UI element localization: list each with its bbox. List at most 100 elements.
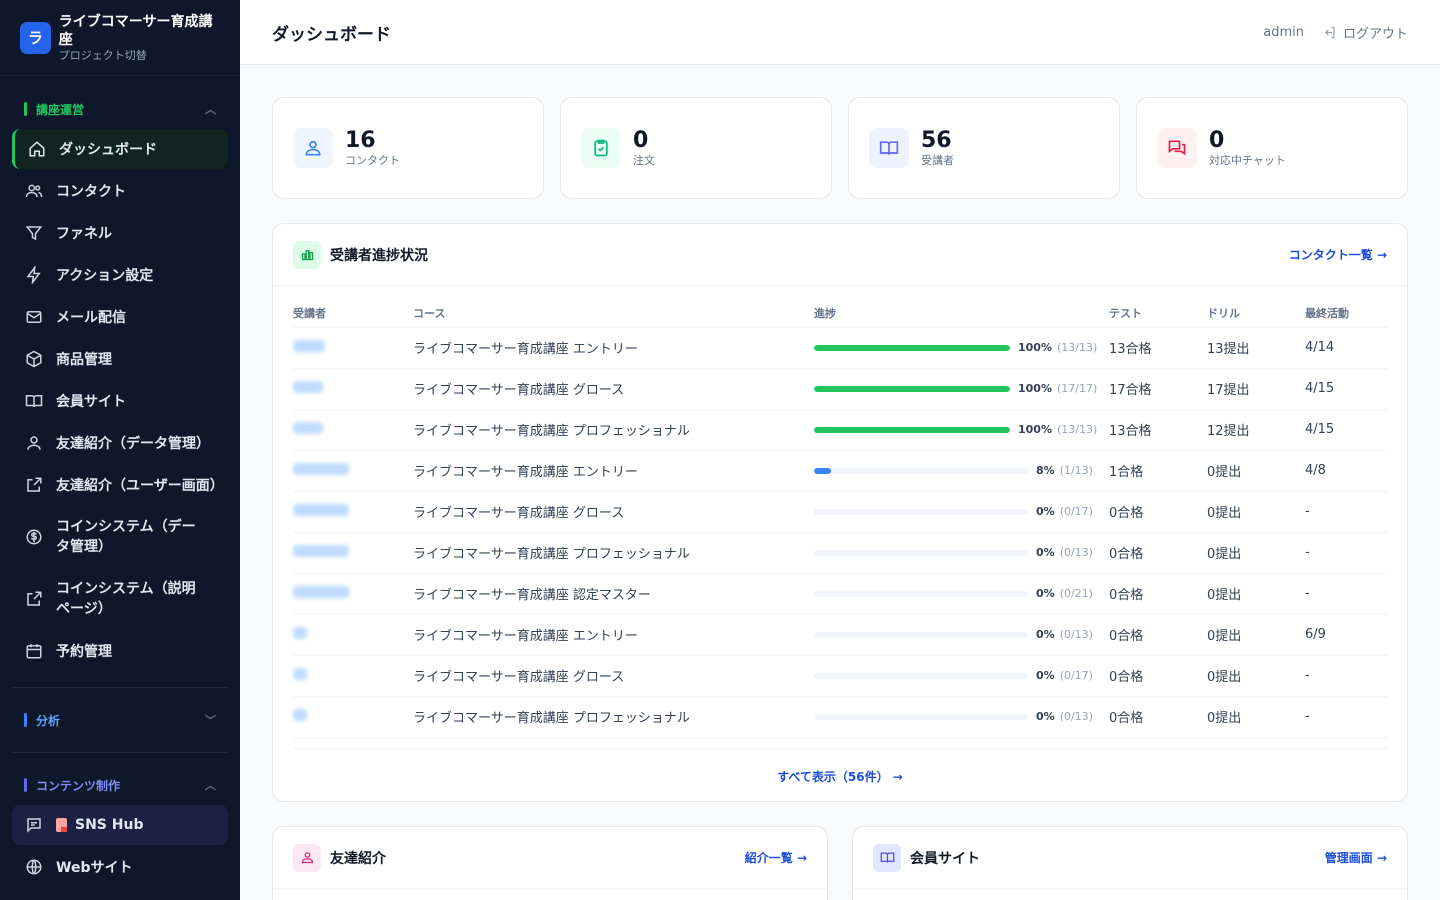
student-name-redacted [293, 462, 349, 475]
column-header[interactable]: ドリル [1207, 300, 1305, 328]
test-cell: 1合格 [1109, 450, 1207, 492]
course-cell: ライブコマーサー育成講座 認定マスター [413, 573, 814, 615]
table-row[interactable]: ライブコマーサー育成講座 グロース 100% (17/17) 17合格 17提出 4/15 [293, 368, 1389, 410]
sidebar-item-referral-user[interactable]: 友達紹介（ユーザー画面） [12, 465, 228, 505]
stat-card-orders[interactable]: 0 注文 [560, 97, 832, 199]
stat-value: 16 [345, 128, 376, 153]
table-row[interactable]: ライブコマーサー育成講座 エントリー 100% (13/13) 13合格 13提出 4/1… [293, 327, 1389, 369]
student-name-cell[interactable] [293, 368, 413, 410]
section-analytics[interactable]: 分析 ﹀ [0, 710, 240, 730]
last-activity-cell: 4/14 [1305, 327, 1389, 369]
sidebar-item-referral-data[interactable]: 友達紹介（データ管理） [12, 423, 228, 463]
project-switch-label: プロジェクト切替 [58, 48, 147, 62]
student-name-cell[interactable] [293, 450, 413, 492]
contact-list-link[interactable]: コンタクト一覧 → [1289, 246, 1387, 263]
stat-card-students[interactable]: 56 受講者 [848, 97, 1120, 199]
last-activity-cell: - [1305, 655, 1389, 697]
sidebar-item-funnel[interactable]: ファネル [12, 213, 228, 253]
student-name-cell[interactable] [293, 491, 413, 533]
student-name-cell[interactable] [293, 655, 413, 697]
logout-button[interactable]: ログアウト [1322, 23, 1408, 42]
column-header[interactable]: コース [413, 300, 814, 328]
chevron-down-icon: ﹀ [205, 714, 216, 727]
sidebar: ラ ライブコマーサー育成講座 プロジェクト切替 講座運営 ︿ ダッシュボード コ… [0, 0, 240, 900]
drill-cell: 0提出 [1207, 696, 1305, 738]
sidebar-item-products[interactable]: 商品管理 [12, 339, 228, 379]
progress-cell: 100% (13/13) [814, 409, 1109, 451]
page-title: ダッシュボード [272, 24, 391, 45]
sidebar-item-member-site[interactable]: 会員サイト [12, 381, 228, 421]
drill-cell: 0提出 [1207, 573, 1305, 615]
student-name-cell[interactable] [293, 696, 413, 738]
drill-cell: 0提出 [1207, 614, 1305, 656]
last-activity-cell: - [1305, 491, 1389, 533]
progress-cell: 0% (0/21) [814, 573, 1109, 615]
project-switcher[interactable]: ラ ライブコマーサー育成講座 プロジェクト切替 [0, 0, 240, 76]
progress-percent: 0% [1036, 587, 1055, 600]
stat-label: コンタクト [345, 154, 400, 167]
show-all-link[interactable]: すべて表示（56件） → [273, 768, 1407, 785]
student-name-cell[interactable] [293, 532, 413, 574]
box-icon [24, 349, 44, 369]
sidebar-item-booking[interactable]: 予約管理 [12, 631, 228, 671]
table-row[interactable]: ライブコマーサー育成講座 プロフェッショナル 0% (0/13) 0合格 0提出 - [293, 696, 1389, 738]
test-cell: 13合格 [1109, 409, 1207, 451]
book-icon [873, 843, 901, 872]
table-row[interactable]: ライブコマーサー育成講座 プロフェッショナル 0% (0/13) 0合格 0提出 - [293, 532, 1389, 574]
test-cell: 0合格 [1109, 573, 1207, 615]
course-cell: ライブコマーサー育成講座 プロフェッショナル [413, 696, 814, 738]
progress-cell: 0% (0/13) [814, 696, 1109, 738]
table-row[interactable]: ライブコマーサー育成講座 プロフェッショナル 100% (13/13) 13合格 12提… [293, 409, 1389, 451]
section-content[interactable]: コンテンツ制作 ︿ [0, 775, 240, 795]
progress-bar [814, 385, 1010, 392]
referral-list-link[interactable]: 紹介一覧 → [745, 849, 807, 866]
funnel-icon [24, 223, 44, 243]
column-header[interactable]: 進捗 [814, 300, 1109, 328]
drill-cell: 0提出 [1207, 655, 1305, 697]
course-cell: ライブコマーサー育成講座 プロフェッショナル [413, 532, 814, 574]
student-name-cell[interactable] [293, 327, 413, 369]
last-activity-cell: 4/8 [1305, 450, 1389, 492]
student-name-redacted [293, 503, 349, 516]
student-name-cell[interactable] [293, 409, 413, 451]
student-name-redacted [293, 585, 349, 598]
stat-value: 0 [633, 128, 649, 153]
last-activity-cell: 6/9 [1305, 614, 1389, 656]
sidebar-item-sns-hub[interactable]: SNS Hub [12, 805, 228, 845]
table-row[interactable]: ライブコマーサー育成講座 エントリー 0% (0/13) 0合格 0提出 6/9 [293, 614, 1389, 656]
section-course-ops[interactable]: 講座運営 ︿ [0, 99, 240, 119]
stat-card-chats[interactable]: 0 対応中チャット [1136, 97, 1408, 199]
sidebar-item-website[interactable]: Webサイト [12, 847, 228, 887]
student-progress-card: 受講者進捗状況 コンタクト一覧 → 受講者 コース 進捗 テスト ドリル 最終活… [272, 223, 1408, 802]
progress-cell: 0% (0/13) [814, 614, 1109, 656]
student-name-cell[interactable] [293, 614, 413, 656]
progress-table: 受講者 コース 進捗 テスト ドリル 最終活動 ライブコマーサー育成講座 エント… [293, 300, 1389, 738]
column-header[interactable]: 受講者 [293, 300, 413, 328]
stat-card-contacts[interactable]: 16 コンタクト [272, 97, 544, 199]
sidebar-item-mail[interactable]: メール配信 [12, 297, 228, 337]
sidebar-item-dashboard[interactable]: ダッシュボード [12, 129, 228, 169]
drill-cell: 17提出 [1207, 368, 1305, 410]
progress-fraction: (0/21) [1059, 587, 1093, 600]
sidebar-item-coin-page[interactable]: コインシステム（説明ページ） [12, 569, 228, 629]
contacts-icon [293, 128, 333, 168]
table-row[interactable]: ライブコマーサー育成講座 グロース 0% (0/17) 0合格 0提出 - [293, 655, 1389, 697]
table-row[interactable]: ライブコマーサー育成講座 エントリー 8% (1/13) 1合格 0提出 4/8 [293, 450, 1389, 492]
admin-screen-link[interactable]: 管理画面 → [1325, 849, 1387, 866]
sidebar-item-coin-data[interactable]: コインシステム（データ管理） [12, 507, 228, 567]
sidebar-item-contacts[interactable]: コンタクト [12, 171, 228, 211]
table-row[interactable]: ライブコマーサー育成講座 グロース 0% (0/17) 0合格 0提出 - [293, 491, 1389, 533]
column-header[interactable]: テスト [1109, 300, 1207, 328]
progress-fraction: (0/17) [1059, 505, 1093, 518]
progress-bar [814, 344, 1010, 351]
progress-percent: 0% [1036, 546, 1055, 559]
dollar-coin-icon [24, 527, 44, 547]
sidebar-item-actions[interactable]: アクション設定 [12, 255, 228, 295]
progress-bar [814, 467, 1028, 474]
column-header[interactable]: 最終活動 [1305, 300, 1389, 328]
student-name-redacted [293, 667, 307, 680]
globe-icon [24, 857, 44, 877]
document-icon [56, 818, 67, 832]
student-name-cell[interactable] [293, 573, 413, 615]
table-row[interactable]: ライブコマーサー育成講座 認定マスター 0% (0/21) 0合格 0提出 - [293, 573, 1389, 615]
